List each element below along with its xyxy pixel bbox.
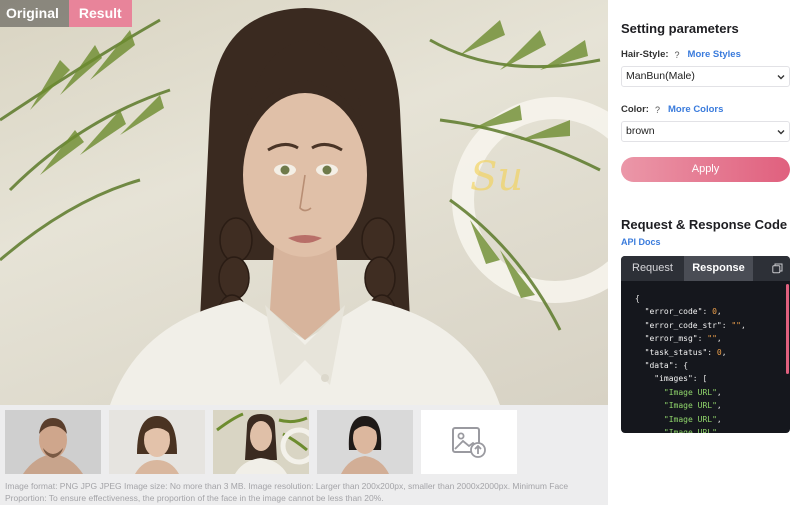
thumb-short-hair-woman[interactable] bbox=[109, 410, 205, 474]
code-value: "Image URL" bbox=[663, 428, 717, 433]
more-styles-link[interactable]: More Styles bbox=[688, 49, 741, 60]
result-toggle-button[interactable]: Result bbox=[68, 0, 132, 27]
code-section-title: Request & Response Code bbox=[621, 217, 788, 232]
code-value: 0 bbox=[712, 307, 717, 317]
more-colors-link[interactable]: More Colors bbox=[668, 104, 723, 115]
editor-area: Su Original Result Image format: PNG JPG… bbox=[0, 0, 608, 505]
code-key: "images" bbox=[654, 374, 693, 384]
hair-style-label: Hair-Style: bbox=[621, 49, 669, 60]
code-value: [ bbox=[702, 374, 708, 384]
image-upload-icon bbox=[452, 427, 486, 458]
settings-panel: Setting parameters Hair-Style: ? More St… bbox=[608, 0, 800, 505]
upload-requirements-note: Image format: PNG JPG JPEG Image size: N… bbox=[5, 481, 569, 503]
color-label: Color: bbox=[621, 104, 649, 115]
code-key: "error_code" bbox=[644, 307, 703, 317]
code-value: "Image URL" bbox=[663, 414, 717, 424]
code-panel: Request Response { "error_code": 0, "err… bbox=[621, 256, 790, 433]
color-label-row: Color: ? More Colors bbox=[621, 104, 723, 115]
result-preview-image: Su Original Result bbox=[0, 0, 608, 405]
hair-style-select[interactable]: ManBun(Male) bbox=[621, 66, 790, 87]
code-tabs: Request Response bbox=[621, 256, 790, 281]
color-help-icon[interactable]: ? bbox=[655, 105, 660, 115]
code-value: "Image URL" bbox=[663, 401, 717, 411]
response-code: { "error_code": 0, "error_code_str": "",… bbox=[621, 281, 790, 433]
code-value: "Image URL" bbox=[663, 387, 717, 397]
tab-response[interactable]: Response bbox=[684, 256, 753, 281]
hair-style-label-row: Hair-Style: ? More Styles bbox=[621, 49, 741, 60]
settings-title: Setting parameters bbox=[621, 21, 739, 36]
hair-style-help-icon[interactable]: ? bbox=[675, 50, 680, 60]
code-value: { bbox=[683, 361, 689, 371]
code-value: "" bbox=[731, 320, 741, 330]
code-line: { bbox=[635, 294, 640, 303]
color-value: brown bbox=[626, 125, 655, 137]
code-key: "task_status" bbox=[644, 347, 708, 357]
thumb-man[interactable] bbox=[5, 410, 101, 474]
chevron-down-icon bbox=[777, 75, 785, 80]
color-select[interactable]: brown bbox=[621, 121, 790, 142]
original-toggle-button[interactable]: Original bbox=[0, 0, 69, 27]
code-value: 0 bbox=[716, 347, 722, 357]
apply-button[interactable]: Apply bbox=[621, 157, 790, 182]
code-key: "data" bbox=[644, 361, 674, 371]
chevron-down-icon bbox=[777, 130, 785, 135]
code-key: "error_msg" bbox=[644, 334, 698, 344]
thumb-braided-woman[interactable] bbox=[213, 410, 309, 474]
copy-icon[interactable] bbox=[772, 263, 783, 274]
portrait-illustration: Su bbox=[0, 8, 608, 405]
tab-request[interactable]: Request bbox=[621, 256, 684, 281]
hair-style-value: ManBun(Male) bbox=[626, 70, 695, 82]
view-toggle: Original Result bbox=[0, 0, 132, 27]
api-docs-link[interactable]: API Docs bbox=[621, 237, 661, 247]
sample-thumbnails bbox=[5, 410, 517, 474]
upload-image-button[interactable] bbox=[421, 410, 517, 474]
code-scrollbar[interactable] bbox=[786, 284, 789, 374]
code-key: "error_code_str" bbox=[644, 320, 722, 330]
thumb-dark-hair-woman[interactable] bbox=[317, 410, 413, 474]
code-value: "" bbox=[707, 334, 717, 344]
svg-text:Su: Su bbox=[470, 154, 523, 200]
